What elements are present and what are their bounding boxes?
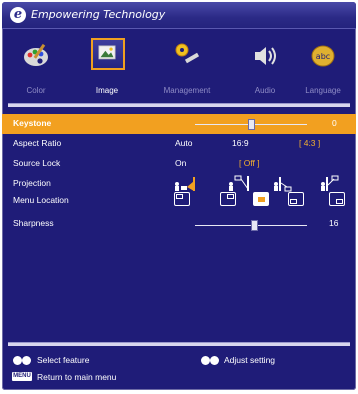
menu-key-icon: MENU: [12, 372, 32, 381]
osd-menu: e Empowering Technology Color Image Mana…: [2, 2, 356, 390]
tab-image[interactable]: Image: [77, 32, 137, 102]
adjust-setting-hint: Adjust setting: [224, 355, 276, 365]
rear-ceiling-projection-icon[interactable]: [320, 175, 342, 193]
setting-keystone[interactable]: Keystone 0: [2, 114, 356, 134]
select-feature-hint: Select feature: [37, 355, 90, 365]
brand-title: Empowering Technology: [31, 8, 166, 21]
tab-color[interactable]: Color: [6, 32, 66, 102]
setting-label: Source Lock: [13, 158, 61, 168]
setting-label: Menu Location: [13, 195, 69, 205]
tools-icon: [175, 43, 200, 64]
menu-location-bottom-right[interactable]: [329, 192, 345, 206]
rear-desktop-projection-icon[interactable]: [273, 175, 295, 193]
tab-language[interactable]: abc Language: [293, 32, 353, 102]
tab-audio[interactable]: Audio: [235, 32, 295, 102]
tab-label: Image: [95, 86, 119, 95]
setting-aspect-ratio[interactable]: Aspect Ratio Auto 16:9 [ 4:3 ]: [2, 134, 356, 154]
setting-sharpness[interactable]: Sharpness 16: [2, 218, 356, 242]
speaker-icon: [255, 47, 276, 65]
sharpness-slider[interactable]: [195, 220, 307, 231]
keystone-slider[interactable]: [195, 119, 307, 130]
keystone-value: 0: [332, 118, 337, 128]
left-arrow-key-icon: [201, 356, 210, 365]
globe-abc-icon: abc: [311, 45, 335, 67]
tab-management[interactable]: Management: [153, 32, 221, 102]
option-16-9[interactable]: 16:9: [232, 138, 249, 148]
setting-source-lock[interactable]: Source Lock On [ Off ]: [2, 154, 356, 174]
setting-label: Keystone: [13, 118, 52, 128]
tab-label: Management: [163, 86, 211, 95]
menu-location-bottom-left[interactable]: [288, 192, 304, 206]
sharpness-value: 16: [329, 218, 339, 228]
menu-location-top-right[interactable]: [220, 192, 236, 206]
menu-location-center[interactable]: [253, 192, 269, 206]
option-on[interactable]: On: [175, 158, 186, 168]
right-arrow-key-icon: [210, 356, 219, 365]
header-divider: [8, 103, 350, 107]
menu-location-top-left[interactable]: [174, 192, 190, 206]
option-4-3[interactable]: [ 4:3 ]: [299, 138, 320, 148]
footer-divider: [8, 342, 350, 346]
slider-thumb[interactable]: [251, 220, 259, 231]
setting-label: Aspect Ratio: [13, 138, 62, 148]
title-bar: e Empowering Technology: [2, 2, 356, 29]
front-desktop-projection-icon[interactable]: [174, 175, 196, 193]
setting-label: Sharpness: [13, 218, 54, 228]
down-arrow-key-icon: [22, 356, 31, 365]
tab-label: Audio: [254, 86, 276, 95]
tab-label: Language: [305, 86, 341, 95]
brand-logo-icon: e: [10, 7, 26, 23]
svg-text:abc: abc: [316, 52, 330, 61]
palette-icon: [24, 43, 48, 66]
footer-help: Select feature Adjust setting MENU Retur…: [2, 342, 356, 390]
front-ceiling-projection-icon[interactable]: [228, 175, 250, 193]
setting-label: Projection: [13, 178, 51, 188]
up-arrow-key-icon: [13, 356, 22, 365]
tab-bar: Color Image Management Audio abc Languag…: [2, 32, 356, 102]
slider-thumb[interactable]: [248, 119, 255, 130]
tab-label: Color: [26, 86, 46, 95]
option-off[interactable]: [ Off ]: [239, 158, 260, 168]
picture-icon: [98, 45, 116, 60]
setting-menu-location[interactable]: Menu Location: [2, 192, 356, 218]
option-auto[interactable]: Auto: [175, 138, 193, 148]
return-hint: Return to main menu: [37, 372, 117, 382]
